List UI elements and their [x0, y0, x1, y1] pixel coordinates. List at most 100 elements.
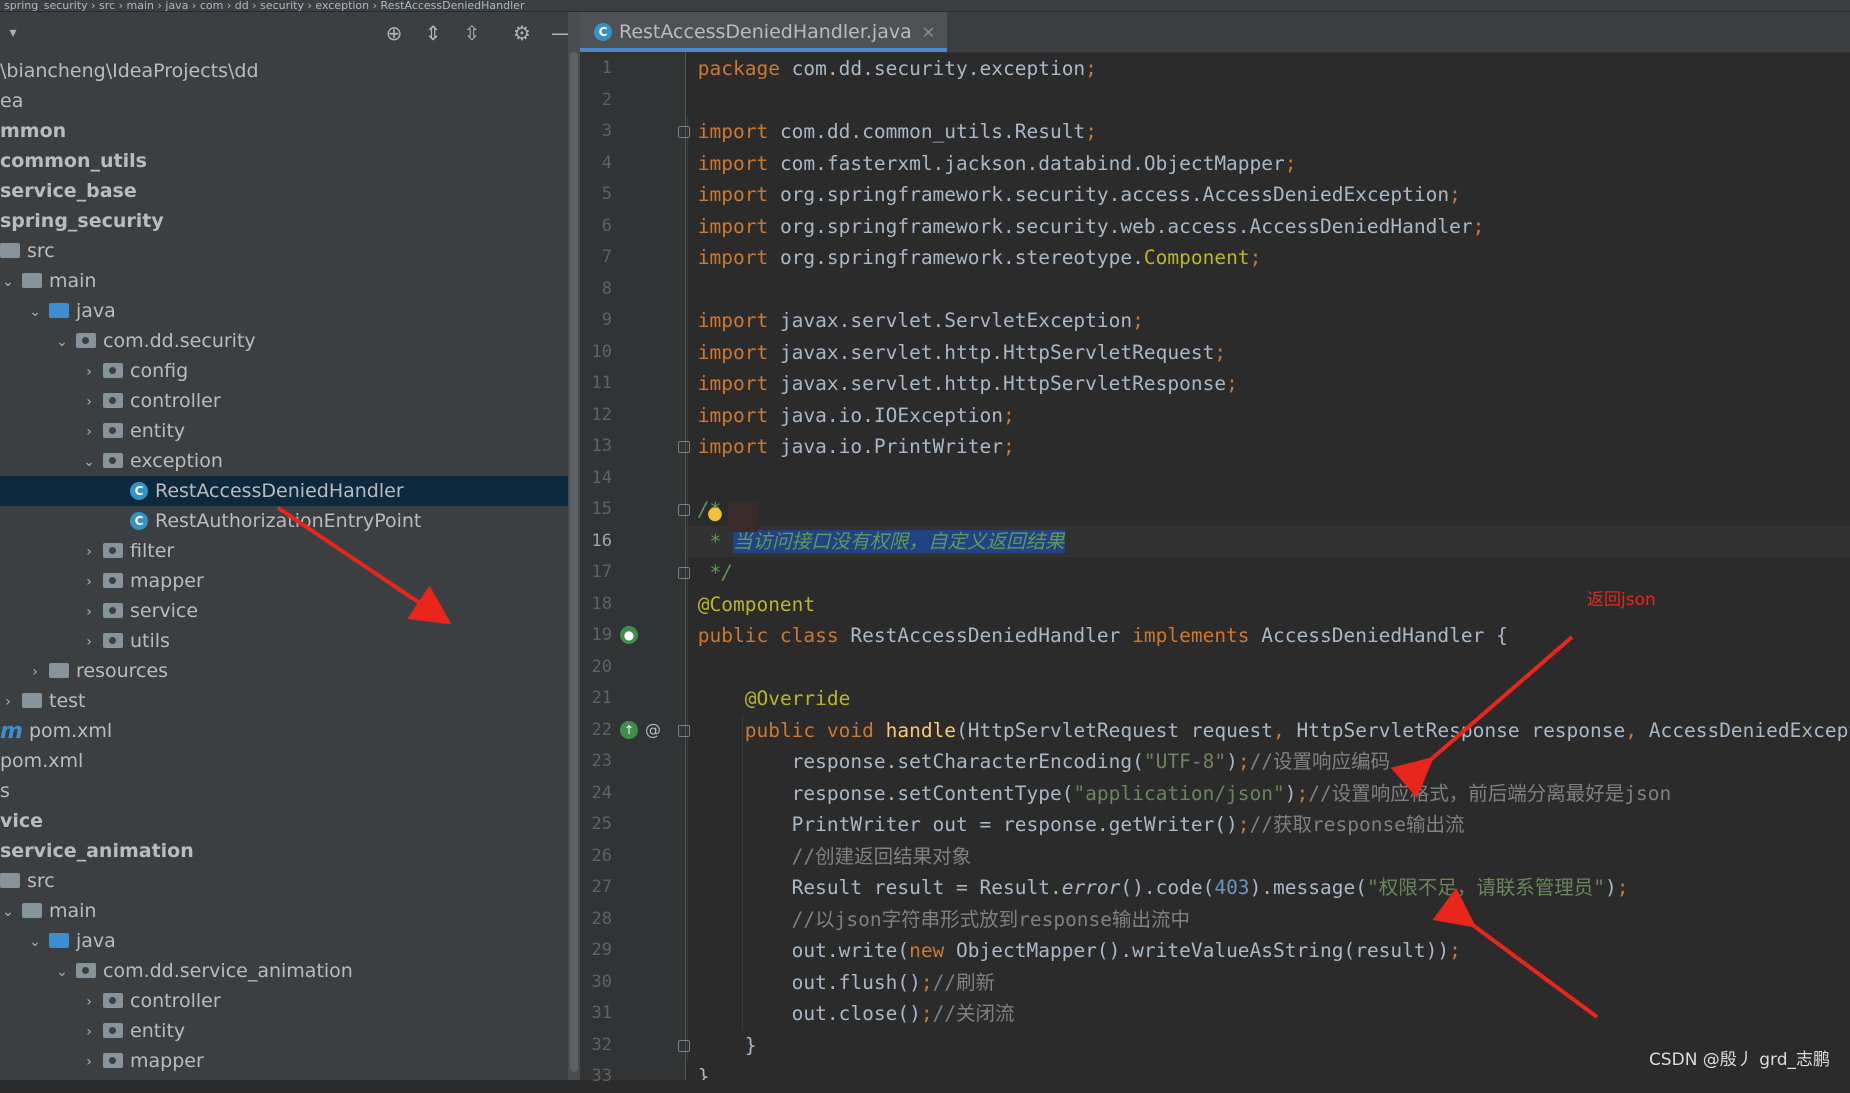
tree-item-com-dd-service-animation[interactable]: ⌄ com.dd.service_animation [0, 956, 568, 986]
code-token: import [697, 214, 780, 238]
chevron-right-icon[interactable]: › [81, 1054, 97, 1070]
implements-icon[interactable]: ↑ [620, 720, 638, 739]
tree-item-resources[interactable]: › resources [0, 656, 568, 686]
minimize-icon[interactable]: — [548, 20, 568, 46]
tree-item-label: service [130, 600, 199, 622]
expand-all-icon[interactable]: ⇕ [420, 20, 446, 46]
code-line: out.write(new ObjectMapper().writeValueA… [686, 935, 1850, 967]
tree-item-main[interactable]: ⌄ main [0, 266, 568, 296]
chevron-right-icon[interactable]: › [81, 994, 97, 1010]
chevron-down-icon[interactable]: ⌄ [54, 964, 70, 980]
sidebar-scrollbar[interactable] [568, 12, 580, 1080]
lightbulb-icon[interactable]: ● [706, 505, 724, 523]
code-token: response.setCharacterEncoding( [697, 750, 1144, 773]
tree-item-label: filter [130, 540, 175, 562]
tree-item-test[interactable]: › test [0, 686, 568, 716]
chevron-right-icon[interactable]: › [81, 364, 97, 380]
tab-rest-access-denied-handler[interactable]: C RestAccessDeniedHandler.java ✕ [580, 12, 948, 52]
tree-item-filter[interactable]: › filter [0, 536, 568, 566]
maven-icon: m [0, 718, 23, 744]
fold-marker-icon[interactable] [678, 504, 690, 516]
chevron-right-icon[interactable]: › [81, 574, 97, 590]
chevron-down-icon[interactable]: ⌄ [27, 304, 43, 320]
tree-item-main-2[interactable]: ⌄ main [0, 896, 568, 926]
crosshair-icon[interactable]: ⊕ [381, 20, 407, 46]
code-line: @Override [686, 683, 1850, 715]
tree-item-utils[interactable]: › utils [0, 626, 568, 656]
tree-item-rest-access-denied-handler[interactable]: C RestAccessDeniedHandler [0, 476, 568, 506]
spring-bean-icon[interactable]: ● [620, 626, 638, 644]
tree-item-service[interactable]: vice [0, 806, 568, 836]
line-number: 18 [591, 593, 612, 614]
tree-item-common[interactable]: mmon [0, 116, 568, 146]
code-token: } [697, 1065, 710, 1080]
chevron-down-icon[interactable]: ⌄ [27, 934, 43, 950]
tree-item-com-dd-security[interactable]: ⌄ com.dd.security [0, 326, 568, 356]
line-number: 7 [601, 247, 612, 267]
code-token: //获取response输出流 [1249, 813, 1465, 836]
tree-item-entity-2[interactable]: › entity [0, 1016, 568, 1046]
scrollbar-thumb[interactable] [570, 52, 578, 1072]
tree-item-src-2[interactable]: src [0, 866, 568, 896]
chevron-right-icon[interactable]: › [81, 634, 97, 650]
tree-item-pom-xml[interactable]: pom.xml [0, 746, 568, 776]
tree-item-label: src [27, 240, 55, 262]
tree-item-spring-security[interactable]: spring_security [0, 206, 568, 236]
tree-item-service-animation[interactable]: service_animation [0, 836, 568, 866]
chevron-right-icon[interactable]: › [81, 1024, 97, 1040]
tree-item-exception[interactable]: ⌄ exception [0, 446, 568, 476]
tree-item-s[interactable]: s [0, 776, 568, 806]
tree-item-controller[interactable]: › controller [0, 386, 568, 416]
chevron-right-icon[interactable]: › [81, 604, 97, 620]
tree-item-java-2[interactable]: ⌄ java [0, 926, 568, 956]
code-token: RestAccessDeniedHandler [850, 624, 1133, 647]
tree-item-entity[interactable]: › entity [0, 416, 568, 446]
chevron-down-icon[interactable]: ⌄ [81, 454, 97, 470]
collapse-all-icon[interactable]: ⇳ [459, 20, 485, 46]
tree-item-idea[interactable]: ea [0, 86, 568, 116]
tree-item-java[interactable]: ⌄ java [0, 296, 568, 326]
close-icon[interactable]: ✕ [922, 23, 935, 42]
chevron-down-icon[interactable]: ⌄ [54, 334, 70, 350]
chevron-right-icon[interactable]: › [81, 394, 97, 410]
tree-item-config[interactable]: › config [0, 356, 568, 386]
code-token: javax.servlet.http.HttpServletRequest [779, 340, 1215, 364]
override-annotation-icon[interactable]: @ [644, 720, 662, 739]
tree-item-common-utils[interactable]: common_utils [0, 146, 568, 176]
fold-marker-icon[interactable] [678, 724, 690, 737]
chevron-right-icon[interactable]: › [0, 694, 16, 710]
code-token: ; [920, 1002, 933, 1025]
code-token: org.springframework.security.access.Acce… [779, 183, 1450, 206]
tree-item-mapper-2[interactable]: › mapper [0, 1046, 568, 1076]
tree-item-controller-2[interactable]: › controller [0, 986, 568, 1016]
chevron-down-icon[interactable]: ⌄ [0, 904, 16, 920]
fold-marker-icon[interactable] [678, 567, 690, 579]
tree-item-service-base[interactable]: service_base [0, 176, 568, 206]
chevron-right-icon[interactable]: › [81, 424, 97, 440]
dropdown-arrow-icon[interactable]: ▾ [0, 20, 26, 46]
code-editor[interactable]: package com.dd.security.exception; impor… [686, 52, 1850, 1080]
gear-icon[interactable]: ⚙ [509, 20, 535, 46]
fold-marker-icon[interactable] [678, 441, 690, 453]
chevron-down-icon[interactable]: ⌄ [0, 274, 16, 290]
tree-project-path[interactable]: \biancheng\IdeaProjects\dd [0, 56, 568, 86]
tree-item-service[interactable]: › service [0, 596, 568, 626]
chevron-right-icon[interactable]: › [81, 544, 97, 560]
fold-marker-icon[interactable] [678, 1039, 690, 1052]
code-token: //以json字符串形式放到response输出流中 [697, 907, 1191, 931]
tree-item-src[interactable]: src [0, 236, 568, 266]
tree-item-label: pom.xml [0, 750, 84, 772]
line-number: 22 [591, 719, 612, 740]
tree-item-rest-authorization-entry-point[interactable]: C RestAuthorizationEntryPoint [0, 506, 568, 536]
tree-item-label: config [130, 360, 189, 382]
tree-item-mapper[interactable]: › mapper [0, 566, 568, 596]
fold-marker-icon[interactable] [678, 126, 690, 138]
code-token: ) [1226, 750, 1238, 773]
code-token: out.close() [697, 1002, 921, 1025]
chevron-right-icon[interactable]: › [27, 664, 43, 680]
package-icon [103, 363, 123, 378]
folder-icon [22, 273, 42, 288]
code-token: HttpServletResponse response [1296, 718, 1626, 742]
code-line [686, 85, 1850, 117]
tree-item-pom-xml-module[interactable]: m pom.xml [0, 716, 568, 746]
